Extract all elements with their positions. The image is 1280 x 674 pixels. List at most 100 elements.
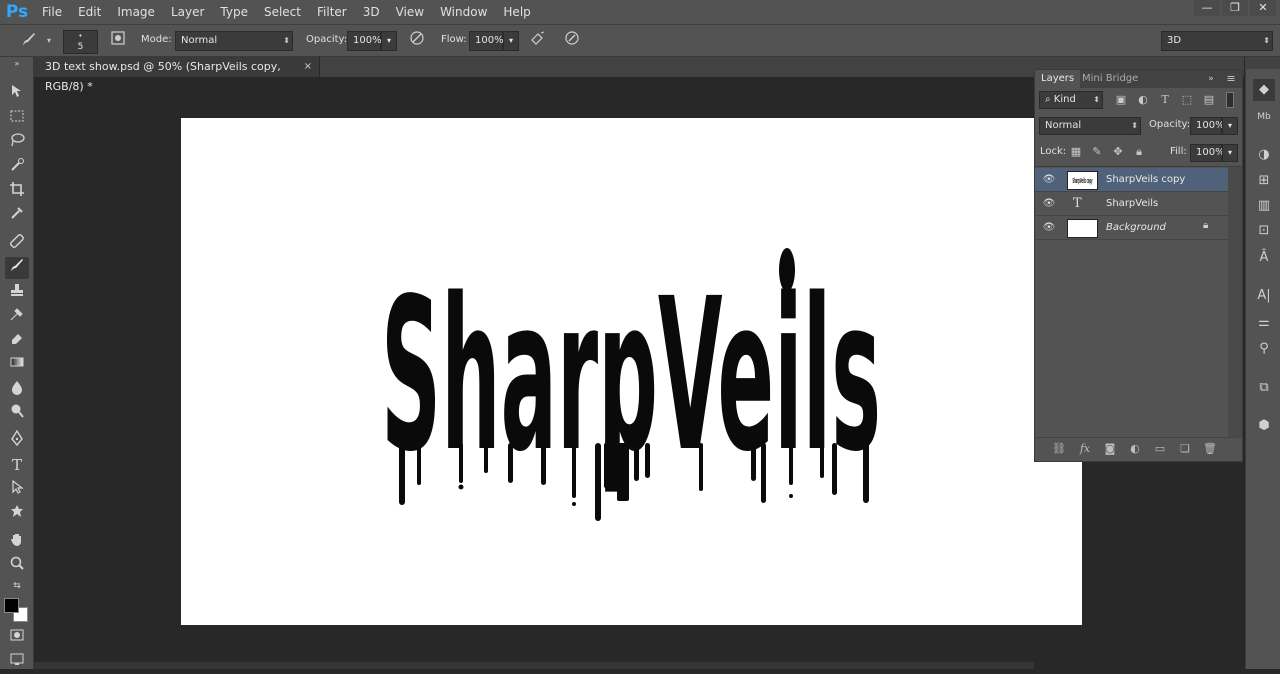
eraser-tool-icon[interactable] — [5, 330, 29, 352]
minimize-button[interactable]: — — [1194, 0, 1220, 16]
filter-pixel-icon[interactable]: ▣ — [1113, 92, 1129, 108]
new-group-icon[interactable]: ▭ — [1152, 441, 1168, 457]
properties-icon[interactable]: ⊞ — [1253, 170, 1275, 192]
screen-mode-icon[interactable] — [5, 651, 29, 673]
close-button[interactable]: ✕ — [1250, 0, 1276, 16]
gradient-tool-icon[interactable] — [5, 354, 29, 376]
tool-presets-icon[interactable]: ⚲ — [1253, 338, 1275, 360]
lock-image-pixels-icon[interactable]: ✎ — [1089, 144, 1105, 160]
layer-row-sharpveils-copy[interactable]: 👁︎ SharpVeils copy SharpVeils copy — [1035, 168, 1228, 192]
clone-source-icon[interactable]: ⊡ — [1253, 220, 1275, 242]
visibility-eye-icon[interactable]: 👁︎ — [1042, 220, 1056, 236]
visibility-eye-icon[interactable]: 👁︎ — [1042, 172, 1056, 188]
pressure-size-icon[interactable] — [561, 30, 583, 52]
3d-panel-icon[interactable]: ⬢ — [1253, 415, 1275, 437]
tab-layers[interactable]: Layers — [1035, 70, 1081, 88]
flow-dropdown-button[interactable]: ▾ — [503, 31, 519, 51]
document-canvas[interactable]: SharpVeils — [181, 118, 1082, 625]
quick-mask-icon[interactable] — [5, 627, 29, 649]
fill-input[interactable]: 100% — [1190, 144, 1225, 162]
brush-tool-icon[interactable] — [5, 257, 29, 279]
menu-type[interactable]: Type — [212, 5, 256, 19]
layers-scrollbar[interactable] — [1228, 167, 1242, 437]
opacity-input[interactable]: 100% — [347, 31, 382, 51]
flow-input[interactable]: 100% — [469, 31, 504, 51]
path-selection-tool-icon[interactable] — [5, 479, 29, 501]
quick-selection-tool-icon[interactable] — [5, 157, 29, 179]
filter-toggle-switch[interactable] — [1226, 92, 1234, 108]
mini-bridge-icon[interactable]: Mb — [1253, 106, 1275, 128]
visibility-eye-icon[interactable]: 👁︎ — [1042, 196, 1056, 212]
history-brush-tool-icon[interactable] — [5, 306, 29, 328]
menu-edit[interactable]: Edit — [70, 5, 109, 19]
airbrush-icon[interactable] — [527, 30, 549, 52]
pen-tool-icon[interactable] — [5, 429, 29, 452]
navigator-icon[interactable]: ◑ — [1253, 144, 1275, 166]
custom-shape-tool-icon[interactable] — [5, 503, 29, 525]
brush-preset-icon[interactable] — [18, 30, 40, 52]
menu-select[interactable]: Select — [256, 5, 309, 19]
delete-layer-icon[interactable]: 🗑︎ — [1202, 441, 1218, 457]
filter-shape-icon[interactable]: ⬚ — [1179, 92, 1195, 108]
crop-tool-icon[interactable] — [5, 181, 29, 203]
close-tab-icon[interactable]: × — [304, 57, 312, 77]
collapse-panel-icon[interactable]: » — [1203, 71, 1219, 87]
layer-opacity-dropdown-button[interactable]: ▾ — [1222, 117, 1238, 135]
layer-filter-dropdown[interactable]: ⌕ Kind ⬍ — [1039, 91, 1103, 109]
panel-collapse-strip[interactable] — [1034, 57, 1243, 69]
tab-mini-bridge[interactable]: Mini Bridge — [1076, 70, 1144, 88]
menu-view[interactable]: View — [388, 5, 432, 19]
workspace-switcher[interactable]: 3D ⬍ — [1161, 31, 1273, 51]
paragraph-icon[interactable]: Â — [1253, 247, 1275, 269]
eyedropper-tool-icon[interactable] — [5, 205, 29, 227]
dock-collapse-strip[interactable] — [1245, 57, 1280, 69]
collapse-toolbar-icon[interactable]: » — [5, 59, 29, 69]
hand-tool-icon[interactable] — [5, 531, 29, 553]
filter-smart-object-icon[interactable]: ▤ — [1201, 92, 1217, 108]
lasso-tool-icon[interactable] — [5, 132, 29, 154]
layer-row-sharpveils[interactable]: 👁︎ T SharpVeils — [1035, 192, 1228, 216]
menu-help[interactable]: Help — [495, 5, 538, 19]
character-icon[interactable]: A| — [1253, 285, 1275, 307]
menu-layer[interactable]: Layer — [163, 5, 212, 19]
chevron-down-icon[interactable]: ▾ — [38, 30, 60, 52]
type-tool-icon[interactable]: T — [5, 454, 29, 476]
brush-panel-icon[interactable] — [107, 30, 129, 52]
menu-filter[interactable]: Filter — [309, 5, 355, 19]
move-tool-icon[interactable] — [5, 83, 29, 105]
lock-all-icon[interactable]: 🔒︎ — [1131, 144, 1147, 160]
foreground-color-swatch[interactable] — [4, 598, 19, 613]
pressure-opacity-icon[interactable] — [406, 30, 428, 52]
swatches-icon[interactable]: ▥ — [1253, 195, 1275, 217]
timeline-icon[interactable]: ⧉ — [1253, 377, 1275, 399]
menu-3d[interactable]: 3D — [355, 5, 388, 19]
adjustments-icon[interactable]: ⚌ — [1253, 312, 1275, 334]
marquee-tool-icon[interactable] — [5, 108, 29, 130]
swap-colors-icon[interactable]: ⇆ — [5, 579, 29, 593]
mode-dropdown[interactable]: Normal ⬍ — [175, 31, 293, 51]
link-layers-icon[interactable]: ⛓︎ — [1051, 441, 1067, 457]
lock-position-icon[interactable]: ✥ — [1110, 144, 1126, 160]
lock-transparent-pixels-icon[interactable]: ▦ — [1068, 144, 1084, 160]
filter-adjustment-icon[interactable]: ◐ — [1135, 92, 1151, 108]
horizontal-scrollbar[interactable] — [34, 662, 1034, 669]
restore-button[interactable]: ❐ — [1222, 0, 1248, 16]
dodge-tool-icon[interactable] — [5, 403, 29, 425]
new-layer-icon[interactable]: ❏ — [1177, 441, 1193, 457]
layers-stack-icon[interactable]: ◆ — [1253, 79, 1275, 101]
menu-window[interactable]: Window — [432, 5, 495, 19]
menu-image[interactable]: Image — [109, 5, 163, 19]
blend-mode-dropdown[interactable]: Normal ⬍ — [1039, 117, 1141, 135]
brush-size-picker[interactable]: • 5 — [63, 30, 98, 54]
add-mask-icon[interactable]: ◙ — [1102, 441, 1118, 457]
panel-menu-icon[interactable]: ≡ — [1223, 71, 1239, 87]
opacity-dropdown-button[interactable]: ▾ — [381, 31, 397, 51]
healing-brush-tool-icon[interactable] — [5, 233, 29, 255]
layer-opacity-input[interactable]: 100% — [1190, 117, 1225, 135]
document-tab[interactable]: 3D text show.psd @ 50% (SharpVeils copy,… — [34, 57, 320, 93]
menu-file[interactable]: File — [34, 5, 70, 19]
fill-dropdown-button[interactable]: ▾ — [1222, 144, 1238, 162]
layer-style-fx-icon[interactable]: fx — [1077, 441, 1093, 457]
adjustment-layer-icon[interactable]: ◐ — [1127, 441, 1143, 457]
zoom-tool-icon[interactable] — [5, 555, 29, 577]
